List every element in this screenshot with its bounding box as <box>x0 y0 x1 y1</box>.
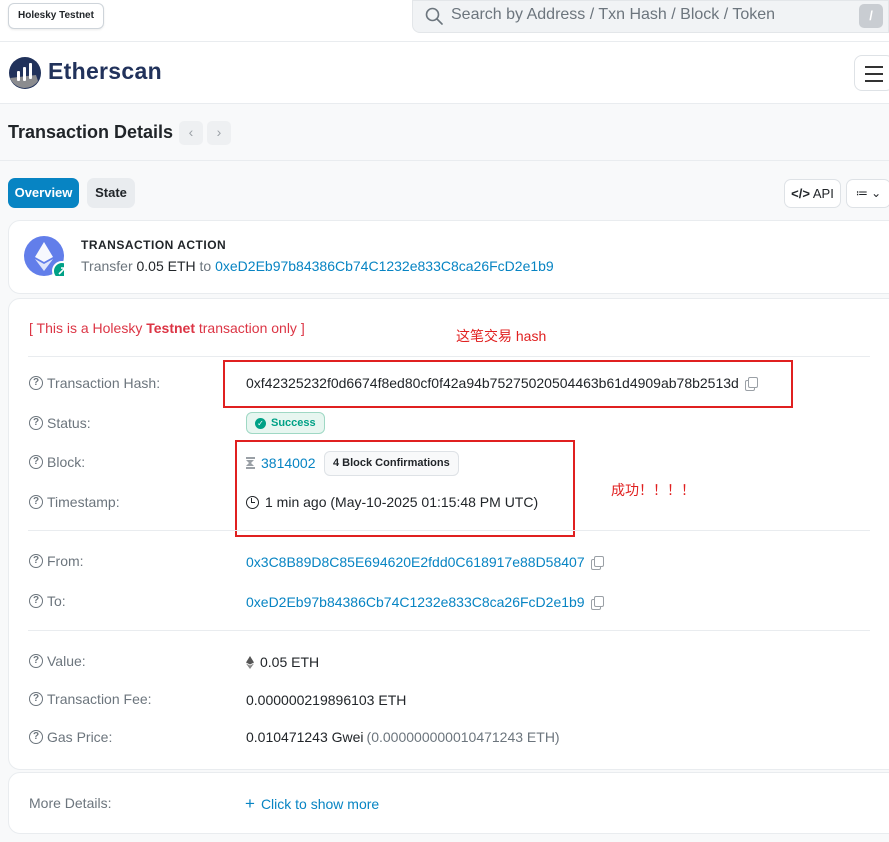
brand-name[interactable]: Etherscan <box>48 58 162 85</box>
hash-annotation: 这笔交易 hash <box>456 328 547 344</box>
action-amount: 0.05 ETH <box>136 258 196 274</box>
tab-overview[interactable]: Overview <box>8 178 79 208</box>
api-button-label: API <box>812 186 834 201</box>
action-heading: TRANSACTION ACTION <box>81 238 227 252</box>
divider <box>0 160 889 161</box>
help-icon[interactable]: ? <box>29 594 43 608</box>
action-to-address[interactable]: 0xeD2Eb97b84386Cb74C1232e833C8ca26FcD2e1… <box>215 258 554 274</box>
to-address-link[interactable]: 0xeD2Eb97b84386Cb74C1232e833C8ca26FcD2e1… <box>246 594 585 610</box>
fee-value: 0.000000219896103 ETH <box>246 692 407 708</box>
status-badge: ✓ Success <box>246 412 325 434</box>
from-address-link[interactable]: 0x3C8B89D8C85E694620E2fdd0C618917e88D584… <box>246 554 585 570</box>
check-circle-icon: ✓ <box>255 417 266 429</box>
success-annotation: 成功！！！！ <box>611 482 695 498</box>
show-more-link[interactable]: + Click to show more <box>245 794 379 814</box>
next-tx-button[interactable]: › <box>207 121 231 145</box>
transaction-action-card <box>8 220 889 294</box>
gas-price-label: ? Gas Price: <box>29 729 112 745</box>
fee-label: ? Transaction Fee: <box>29 691 152 707</box>
action-summary: Transfer 0.05 ETH to 0xeD2Eb97b84386Cb74… <box>81 258 554 274</box>
eth-diamond-icon <box>246 655 254 669</box>
help-icon[interactable]: ? <box>29 692 43 706</box>
testnet-notice: [ This is a Holesky Testnet transaction … <box>29 320 305 336</box>
etherscan-logo-icon[interactable] <box>8 56 42 90</box>
search-shortcut-key: / <box>859 4 883 28</box>
page-title: Transaction Details <box>8 122 174 142</box>
to-value: 0xeD2Eb97b84386Cb74C1232e833C8ca26FcD2e1… <box>246 594 604 610</box>
network-badge[interactable]: Holesky Testnet <box>8 3 104 29</box>
block-label: ? Block: <box>29 454 85 470</box>
menu-button[interactable] <box>854 55 889 91</box>
divider <box>28 530 870 531</box>
gas-price-value: 0.010471243 Gwei (0.000000000010471243 ET… <box>246 729 560 745</box>
hash-highlight-box <box>223 360 793 408</box>
divider <box>28 630 870 631</box>
success-highlight-box <box>235 440 575 537</box>
tx-hash-label: ? Transaction Hash: <box>29 375 160 391</box>
ethereum-icon <box>24 236 64 276</box>
copy-icon[interactable] <box>590 556 604 570</box>
code-icon: </> <box>791 186 810 201</box>
menu-icon <box>865 66 883 68</box>
list-icon: ≔ ⌄ <box>855 186 882 200</box>
from-label: ? From: <box>29 553 84 569</box>
to-label: ? To: <box>29 593 66 609</box>
options-dropdown-button[interactable]: ≔ ⌄ <box>846 179 889 208</box>
plus-icon: + <box>245 794 255 813</box>
help-icon[interactable]: ? <box>29 654 43 668</box>
from-value: 0x3C8B89D8C85E694620E2fdd0C618917e88D584… <box>246 554 604 570</box>
help-icon[interactable]: ? <box>29 730 43 744</box>
copy-icon[interactable] <box>590 596 604 610</box>
search-input[interactable]: Search by Address / Txn Hash / Block / T… <box>451 6 775 24</box>
search-icon <box>425 7 443 25</box>
api-button[interactable]: </> API <box>784 179 841 208</box>
help-icon[interactable]: ? <box>29 376 43 390</box>
status-label: ? Status: <box>29 415 91 431</box>
value-amount: 0.05 ETH <box>246 654 319 670</box>
help-icon[interactable]: ? <box>29 416 43 430</box>
more-details-label: More Details: <box>29 795 112 811</box>
tab-state[interactable]: State <box>87 178 135 208</box>
more-details-card <box>8 772 889 834</box>
value-label: ? Value: <box>29 653 86 669</box>
help-icon[interactable]: ? <box>29 554 43 568</box>
divider <box>28 356 870 357</box>
help-icon[interactable]: ? <box>29 455 43 469</box>
help-icon[interactable]: ? <box>29 495 43 509</box>
action-verb: Transfer <box>81 258 133 274</box>
timestamp-label: ? Timestamp: <box>29 494 120 510</box>
action-to-word: to <box>199 258 212 274</box>
prev-tx-button[interactable]: ‹ <box>179 121 203 145</box>
